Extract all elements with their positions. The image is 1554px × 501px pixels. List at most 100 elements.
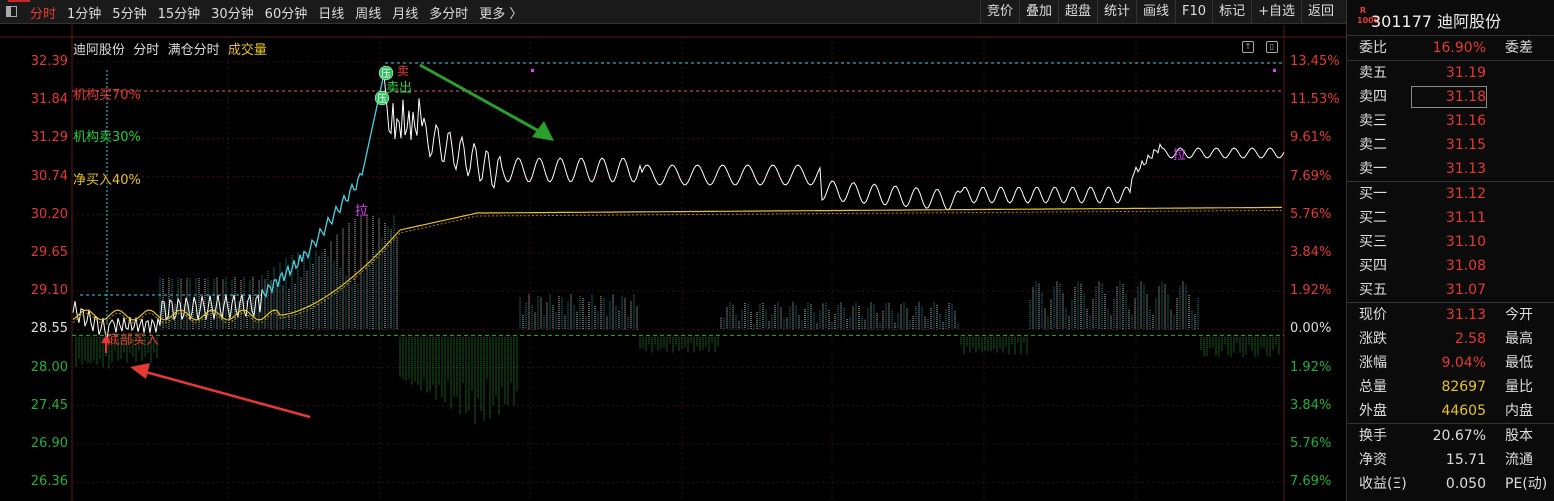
expand-icon[interactable]: ↑ — [1242, 41, 1254, 53]
buys-row[interactable]: 买三 31.10 — [1347, 230, 1554, 254]
tool-0[interactable]: 竞价 — [979, 0, 1019, 24]
tab-8[interactable]: 月线 — [392, 3, 418, 22]
top-sell-mark: 卖 — [397, 64, 410, 78]
sells-row[interactable]: 卖一 31.13 — [1347, 157, 1554, 181]
sells-row[interactable]: 卖二 31.15 — [1347, 133, 1554, 157]
tab-0[interactable]: 分时 — [30, 3, 56, 22]
stats1-row[interactable]: 现价 31.13 今开 — [1347, 303, 1554, 327]
magenta-dot — [531, 69, 534, 72]
window-icon[interactable]: ▯ — [1266, 41, 1278, 53]
tool-2[interactable]: 超盘 — [1057, 0, 1097, 24]
percent-tick: 9.61% — [1290, 130, 1332, 146]
inst-sell-annotation: 机构卖30% — [73, 130, 141, 145]
webi-label: 委比 — [1359, 40, 1387, 56]
row-label: 涨跌 — [1359, 331, 1387, 347]
row-label: 卖一 — [1359, 161, 1387, 177]
row-right-label: 最低 — [1505, 355, 1533, 371]
row-value: 31.18 — [1445, 89, 1486, 105]
stats1-row[interactable]: 总量 82697 量比 — [1347, 375, 1554, 399]
weicha-label: 委差 — [1505, 40, 1533, 56]
avg-price-line — [72, 206, 1282, 321]
percent-tick: 0.00% — [1290, 321, 1332, 337]
buys-row[interactable]: 买四 31.08 — [1347, 254, 1554, 278]
row-label: 净资 — [1359, 452, 1387, 468]
tab-1[interactable]: 1分钟 — [67, 3, 101, 22]
tab-4[interactable]: 30分钟 — [211, 3, 254, 22]
tab-6[interactable]: 日线 — [318, 3, 344, 22]
price-tick: 30.20 — [30, 206, 68, 222]
row-right-label: 最高 — [1505, 331, 1533, 347]
sells-row[interactable]: 卖四 31.18 — [1347, 85, 1554, 109]
buy-levels: 买一 31.12 买二 31.11 买三 31.10 买四 31.08 买五 31.07 — [1347, 182, 1554, 302]
tab-5[interactable]: 60分钟 — [265, 3, 308, 22]
price-tick: 28.55 — [30, 321, 68, 337]
row-value: 31.13 — [1445, 307, 1486, 323]
tab-3[interactable]: 15分钟 — [158, 3, 201, 22]
inst-buy-annotation: 机构买70% — [73, 88, 141, 103]
row-label: 卖四 — [1359, 89, 1387, 105]
tool-7[interactable]: +自选 — [1251, 0, 1301, 24]
intraday-chart[interactable]: 压压 — [0, 25, 1346, 501]
stats2-row[interactable]: 换手 20.67% 股本 — [1347, 424, 1554, 448]
tab-2[interactable]: 5分钟 — [112, 3, 146, 22]
bottom-buy-annotation: 底部买入 — [107, 333, 160, 348]
chart-canvas: 压压 — [0, 25, 1346, 501]
stats1-row[interactable]: 涨幅 9.04% 最低 — [1347, 351, 1554, 375]
row-label: 买三 — [1359, 234, 1387, 250]
quote-header: R 1000 301177 迪阿股份 — [1347, 0, 1554, 36]
tool-4[interactable]: 画线 — [1136, 0, 1175, 24]
price-tick: 31.84 — [30, 92, 68, 108]
stats2-row[interactable]: 净资 15.71 流通 — [1347, 448, 1554, 472]
price-line — [72, 73, 1285, 340]
market-badge: R 1000 — [1357, 6, 1380, 25]
panel-toggle-icon[interactable] — [6, 6, 17, 17]
stats1-row[interactable]: 外盘 44605 内盘 — [1347, 399, 1554, 423]
row-value: 31.19 — [1445, 65, 1486, 81]
stock-title[interactable]: 301177 迪阿股份 — [1371, 8, 1501, 32]
price-tick: 29.10 — [30, 283, 68, 299]
percent-tick: 5.76% — [1290, 436, 1332, 451]
price-tick: 26.36 — [30, 474, 68, 490]
buys-row[interactable]: 买五 31.07 — [1347, 278, 1554, 302]
row-value: 2.58 — [1454, 331, 1486, 347]
stats2-row[interactable]: 收益(Ξ) 0.050 PE(动) — [1347, 472, 1554, 496]
tab-10[interactable]: 更多 〉 — [479, 3, 522, 22]
row-label: 换手 — [1359, 428, 1387, 444]
price-tick: 32.39 — [30, 54, 68, 69]
tab-9[interactable]: 多分时 — [429, 3, 468, 22]
tab-7[interactable]: 周线 — [355, 3, 381, 22]
row-value: 0.050 — [1445, 476, 1486, 492]
percent-tick: 7.69% — [1290, 474, 1332, 490]
tool-8[interactable]: 返回 — [1300, 0, 1340, 24]
red-arrow-shaft — [141, 369, 311, 419]
price-tick: 26.90 — [30, 436, 68, 451]
row-label: 卖五 — [1359, 65, 1387, 81]
magenta-dot — [1273, 69, 1276, 72]
row-value: 15.71 — [1445, 452, 1486, 468]
pull-mark-1: 拉 — [355, 204, 369, 219]
chart-toolbar: 分时 1分钟 5分钟 15分钟 30分钟 60分钟 日线 周线 月线 多分时 更多 〉 竞价 叠加 超盘… — [0, 0, 1346, 24]
percent-tick: 3.84% — [1290, 397, 1332, 413]
tool-5[interactable]: F10 — [1175, 0, 1212, 24]
row-label: 买五 — [1359, 282, 1387, 298]
row-label: 买二 — [1359, 210, 1387, 226]
sells-row[interactable]: 卖五 31.19 — [1347, 61, 1554, 85]
red-corner-indicator — [8, 0, 30, 2]
quote-panel: R 1000 301177 迪阿股份 委比 16.90% 委差 卖五 31.19 卖四… — [1346, 0, 1554, 501]
buys-row[interactable]: 买一 31.12 — [1347, 182, 1554, 206]
row-value: 31.07 — [1445, 282, 1486, 298]
red-arrow-head — [130, 363, 150, 379]
tool-6[interactable]: 标记 — [1212, 0, 1251, 24]
webi-row: 委比 16.90% 委差 — [1347, 36, 1554, 60]
stats1-row[interactable]: 涨跌 2.58 最高 — [1347, 327, 1554, 351]
buys-row[interactable]: 买二 31.11 — [1347, 206, 1554, 230]
percent-tick: 11.53% — [1290, 92, 1340, 108]
tool-3[interactable]: 统计 — [1097, 0, 1136, 24]
webi-value: 16.90% — [1432, 40, 1486, 56]
sells-row[interactable]: 卖三 31.16 — [1347, 109, 1554, 133]
row-value: 31.15 — [1445, 137, 1486, 153]
row-right-label: 今开 — [1505, 307, 1533, 323]
tool-1[interactable]: 叠加 — [1018, 0, 1058, 24]
stock-name: 迪阿股份 — [1437, 12, 1502, 31]
row-value: 31.10 — [1445, 234, 1486, 250]
